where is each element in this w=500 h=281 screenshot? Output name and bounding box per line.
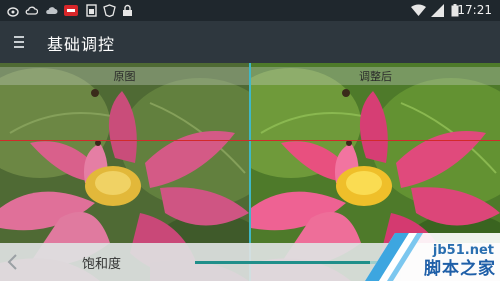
clock: 17:21 xyxy=(457,3,492,17)
original-label: 原图 xyxy=(0,67,249,85)
app-bar: 基础调控 xyxy=(0,21,500,63)
weibo-icon xyxy=(7,7,19,17)
chevron-left-icon[interactable] xyxy=(6,253,20,271)
saturation-label: 饱和度 xyxy=(82,257,122,272)
sim-icon xyxy=(86,4,97,17)
adjusted-label: 调整后 xyxy=(251,67,500,85)
status-bar: 17:21 xyxy=(0,0,500,21)
watermark: jb51.net 脚本之家 xyxy=(365,233,500,281)
lock-icon xyxy=(123,4,132,16)
app-badge-icon xyxy=(64,5,78,16)
signal-icon xyxy=(431,4,444,17)
wifi-icon xyxy=(411,4,426,16)
guide-line xyxy=(0,140,500,141)
shield-icon xyxy=(103,4,116,17)
saturation-slider[interactable] xyxy=(195,261,370,264)
page-title: 基础调控 xyxy=(47,35,116,54)
menu-icon[interactable] xyxy=(14,36,24,48)
watermark-name: 脚本之家 xyxy=(424,259,496,279)
cloud-download-icon xyxy=(46,7,58,14)
cloud-icon xyxy=(25,6,38,15)
